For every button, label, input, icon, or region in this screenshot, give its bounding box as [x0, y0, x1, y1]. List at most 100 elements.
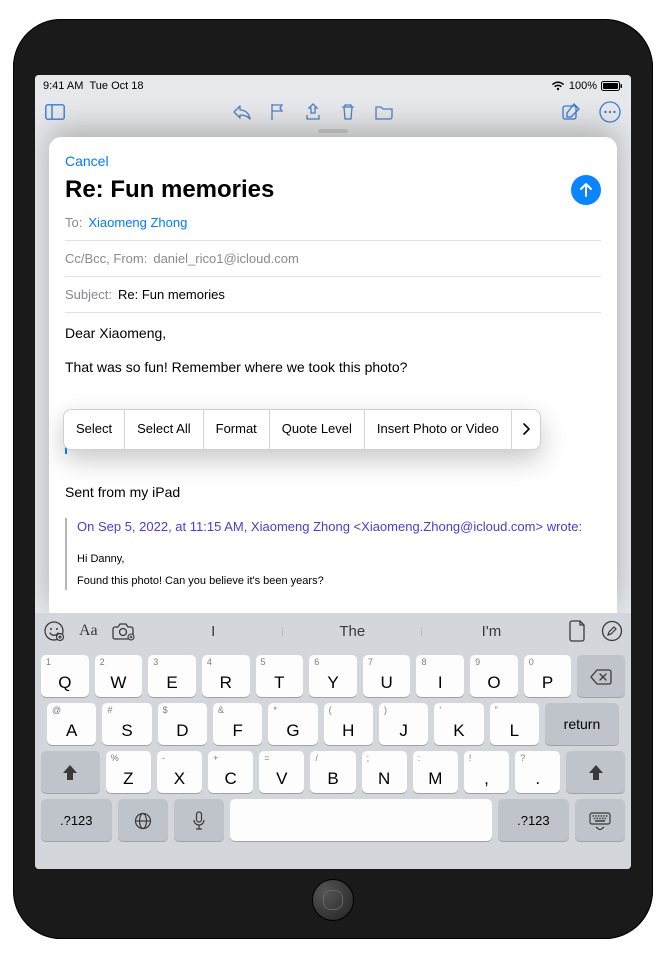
- key-hide-keyboard[interactable]: [575, 799, 625, 841]
- key-j[interactable]: )J: [379, 703, 428, 745]
- home-button[interactable]: [312, 879, 354, 921]
- ellipsis-icon[interactable]: [599, 101, 621, 123]
- key-c[interactable]: +C: [208, 751, 253, 793]
- signature: Sent from my iPad: [65, 482, 601, 502]
- key-p[interactable]: 0P: [524, 655, 572, 697]
- key-z[interactable]: %Z: [106, 751, 151, 793]
- key-u[interactable]: 7U: [363, 655, 411, 697]
- shift-icon: [587, 764, 605, 782]
- menu-select-all[interactable]: Select All: [125, 410, 203, 449]
- key-q[interactable]: 1Q: [41, 655, 89, 697]
- reply-icon[interactable]: [232, 104, 252, 120]
- key-numbers-left[interactable]: .?123: [41, 799, 112, 841]
- key-period[interactable]: ?.: [515, 751, 560, 793]
- compose-icon[interactable]: [561, 102, 581, 122]
- key-o[interactable]: 9O: [470, 655, 518, 697]
- key-numbers-right[interactable]: .?123: [498, 799, 569, 841]
- key-r[interactable]: 4R: [202, 655, 250, 697]
- menu-more[interactable]: [512, 410, 540, 449]
- cancel-button[interactable]: Cancel: [65, 147, 109, 173]
- keyboard-suggestions: I The I'm: [144, 623, 561, 640]
- menu-select[interactable]: Select: [64, 410, 125, 449]
- sidebar-icon[interactable]: [45, 104, 65, 120]
- key-b[interactable]: /B: [310, 751, 355, 793]
- menu-quote-level[interactable]: Quote Level: [270, 410, 365, 449]
- to-value[interactable]: Xiaomeng Zhong: [88, 215, 187, 230]
- key-x[interactable]: -X: [157, 751, 202, 793]
- key-v[interactable]: =V: [259, 751, 304, 793]
- key-w[interactable]: 2W: [95, 655, 143, 697]
- key-a[interactable]: @A: [47, 703, 96, 745]
- suggestion-3[interactable]: I'm: [422, 623, 561, 640]
- key-comma[interactable]: !,: [464, 751, 509, 793]
- compose-sheet: Cancel Re: Fun memories To: Xiaomeng Zho…: [49, 137, 617, 613]
- key-space[interactable]: [230, 799, 492, 841]
- suggestion-1[interactable]: I: [144, 623, 283, 640]
- key-k[interactable]: 'K: [434, 703, 483, 745]
- body-line: That was so fun! Remember where we took …: [65, 357, 601, 377]
- message-body[interactable]: Dear Xiaomeng, That was so fun! Remember…: [65, 313, 601, 590]
- key-dictation[interactable]: [174, 799, 224, 841]
- hide-keyboard-icon: [589, 812, 611, 830]
- menu-format[interactable]: Format: [204, 410, 270, 449]
- key-s[interactable]: #S: [102, 703, 151, 745]
- status-time: 9:41 AM: [43, 80, 83, 92]
- mail-toolbar: [35, 97, 631, 127]
- camera-icon[interactable]: [112, 621, 136, 641]
- key-shift-right[interactable]: [566, 751, 625, 793]
- keyboard-toolbar: Aa I The I'm: [35, 613, 631, 649]
- quoted-message: On Sep 5, 2022, at 11:15 AM, Xiaomeng Zh…: [65, 518, 601, 589]
- flag-icon[interactable]: [270, 103, 286, 121]
- chevron-right-icon: [522, 423, 530, 435]
- shift-icon: [61, 764, 79, 782]
- trash-icon[interactable]: [340, 103, 356, 121]
- key-y[interactable]: 6Y: [309, 655, 357, 697]
- status-date: Tue Oct 18: [89, 80, 143, 92]
- sheet-grabber[interactable]: [318, 129, 348, 133]
- text-format-icon[interactable]: Aa: [79, 622, 98, 640]
- quote-header: On Sep 5, 2022, at 11:15 AM, Xiaomeng Zh…: [77, 518, 601, 536]
- move-icon[interactable]: [304, 103, 322, 121]
- subject-label: Subject:: [65, 287, 112, 302]
- document-icon[interactable]: [569, 620, 587, 642]
- wifi-icon: [551, 81, 565, 91]
- key-n[interactable]: ;N: [362, 751, 407, 793]
- key-g[interactable]: *G: [268, 703, 317, 745]
- key-e[interactable]: 3E: [148, 655, 196, 697]
- backspace-icon: [590, 669, 612, 685]
- key-shift-left[interactable]: [41, 751, 100, 793]
- key-i[interactable]: 8I: [416, 655, 464, 697]
- key-l[interactable]: "L: [490, 703, 539, 745]
- key-f[interactable]: &F: [213, 703, 262, 745]
- edit-context-menu: Select Select All Format Quote Level Ins…: [63, 409, 541, 450]
- cc-value: daniel_rico1@icloud.com: [153, 251, 298, 266]
- globe-icon: [134, 812, 152, 830]
- menu-insert-photo-video[interactable]: Insert Photo or Video: [365, 410, 512, 449]
- mic-icon: [192, 811, 206, 831]
- suggestion-2[interactable]: The: [283, 623, 422, 640]
- subject-value: Re: Fun memories: [118, 287, 225, 302]
- cc-label: Cc/Bcc, From:: [65, 251, 147, 266]
- key-t[interactable]: 5T: [256, 655, 304, 697]
- quoted-greeting: Hi Danny,: [77, 552, 601, 568]
- subject-field[interactable]: Subject: Re: Fun memories: [65, 277, 601, 313]
- folder-icon[interactable]: [374, 104, 394, 120]
- quoted-body: Found this photo! Can you believe it's b…: [77, 574, 601, 590]
- markup-icon[interactable]: [601, 620, 623, 642]
- arrow-up-icon: [578, 182, 594, 198]
- key-m[interactable]: :M: [413, 751, 458, 793]
- to-field[interactable]: To: Xiaomeng Zhong: [65, 205, 601, 241]
- key-h[interactable]: (H: [324, 703, 373, 745]
- key-d[interactable]: $D: [158, 703, 207, 745]
- battery-percent: 100%: [569, 80, 597, 92]
- key-return[interactable]: return: [545, 703, 619, 745]
- key-globe[interactable]: [118, 799, 168, 841]
- key-backspace[interactable]: [577, 655, 625, 697]
- ipad-frame: 9:41 AM Tue Oct 18 100%: [13, 19, 653, 939]
- send-button[interactable]: [571, 175, 601, 205]
- keyboard: Aa I The I'm 1Q2W3E4R5T6Y7U8I9O0P: [35, 613, 631, 869]
- cc-field[interactable]: Cc/Bcc, From: daniel_rico1@icloud.com: [65, 241, 601, 277]
- emoji-icon[interactable]: [43, 620, 65, 642]
- compose-title: Re: Fun memories: [65, 176, 274, 204]
- to-label: To:: [65, 215, 82, 230]
